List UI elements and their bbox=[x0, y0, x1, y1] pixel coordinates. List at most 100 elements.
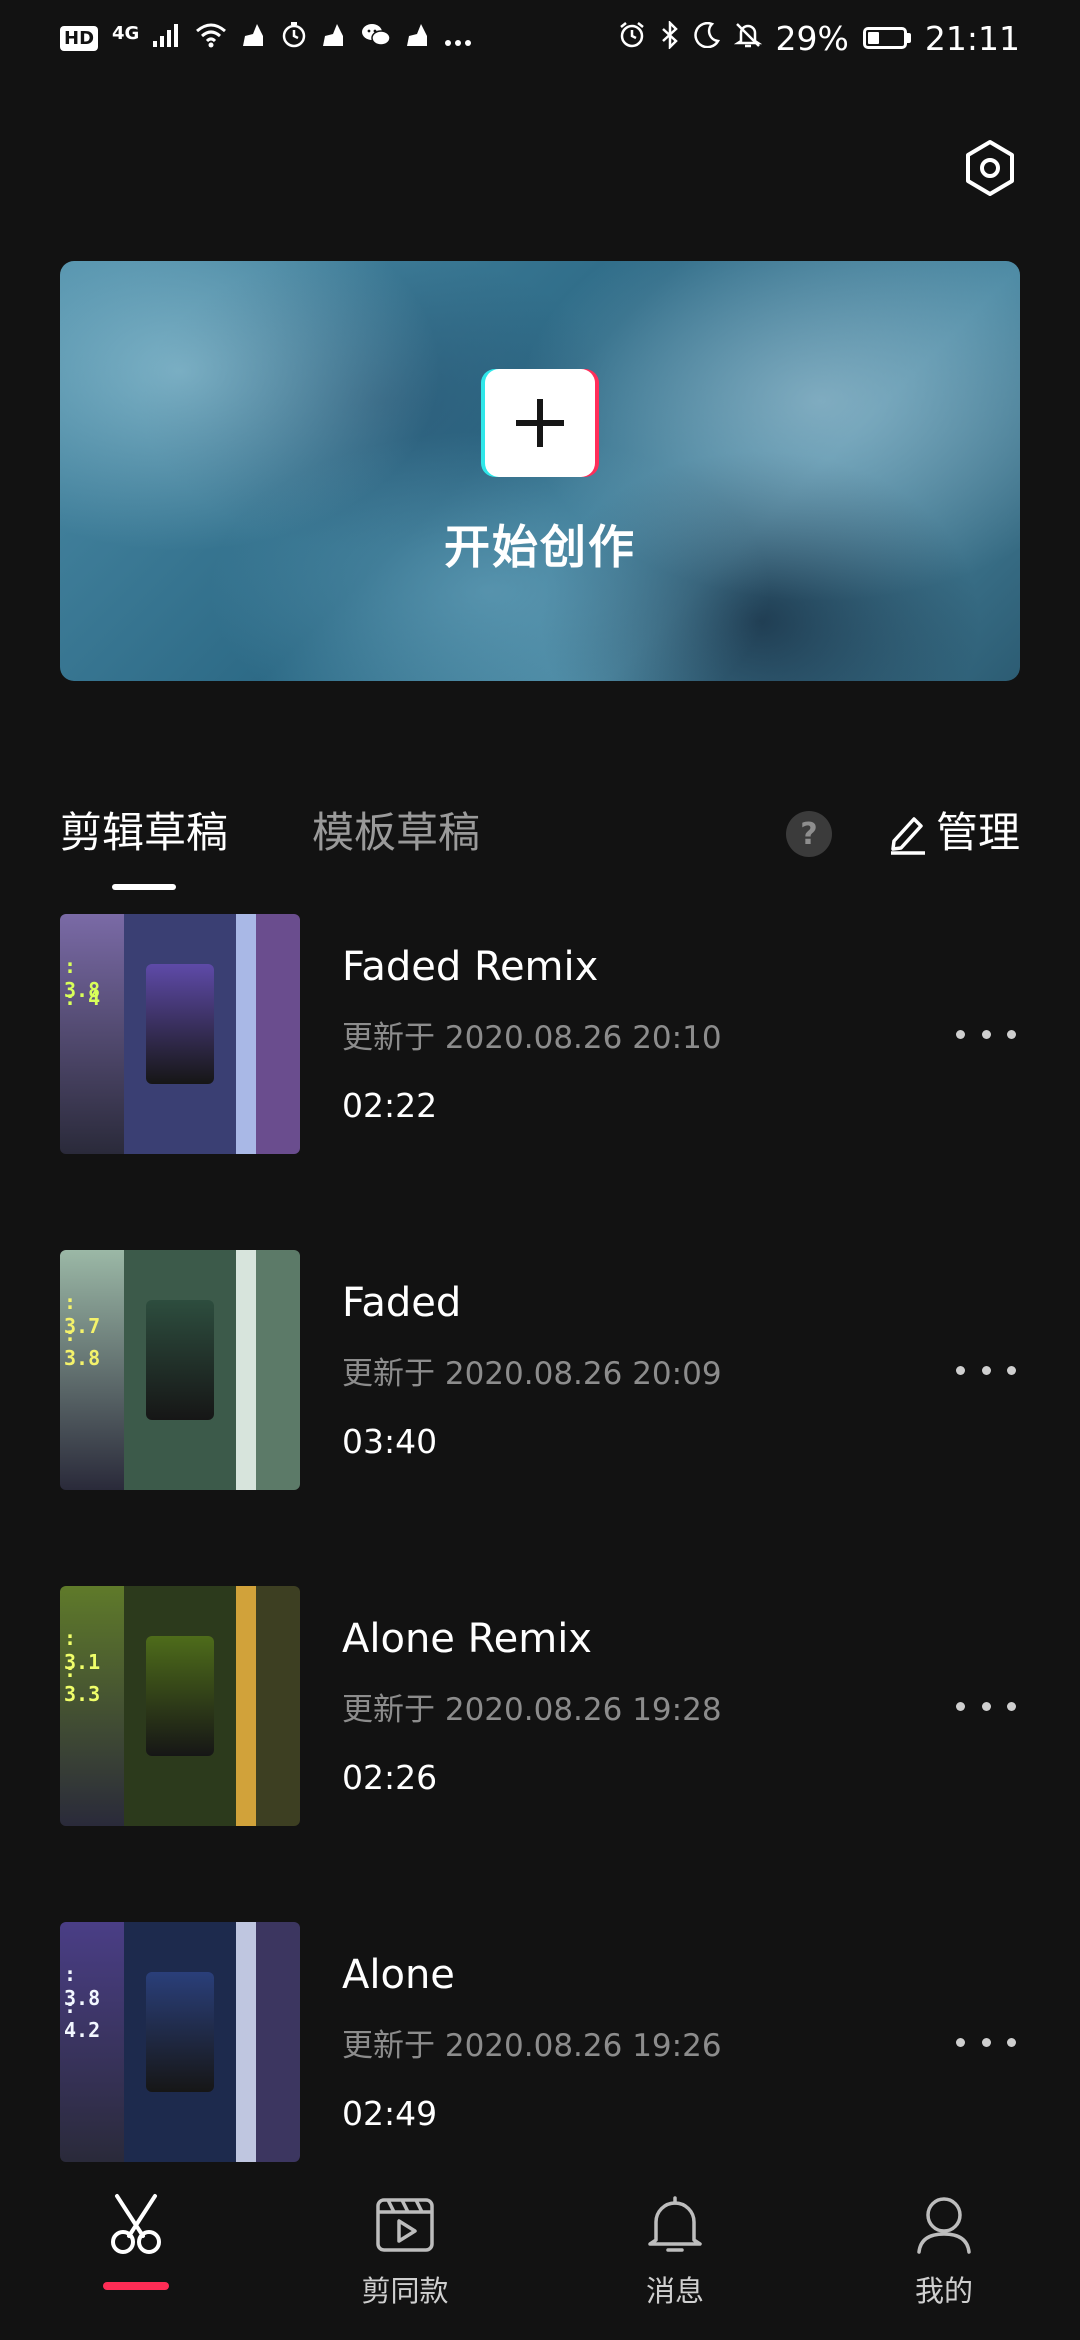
more-dot bbox=[1007, 2037, 1016, 2047]
start-creating-banner[interactable]: 开始创作 bbox=[60, 261, 1020, 681]
nav-label: 我的 bbox=[914, 2274, 973, 2308]
thumb-segment bbox=[256, 1250, 300, 1490]
signal-icon bbox=[153, 23, 181, 53]
thumb-card bbox=[146, 964, 214, 1084]
battery-fill bbox=[867, 32, 879, 44]
nav-label: 消息 bbox=[645, 2274, 704, 2308]
battery-icon bbox=[862, 27, 911, 49]
draft-title: Alone bbox=[342, 1952, 455, 1998]
more-dot bbox=[981, 1029, 991, 1039]
alarm-icon bbox=[618, 21, 646, 55]
nav-item-messages[interactable]: 消息 bbox=[575, 2168, 775, 2340]
nav-label: 剪同款 bbox=[361, 2274, 449, 2308]
battery-tip bbox=[906, 33, 911, 43]
bottom-navigation: 剪同款 消息 我的 bbox=[0, 2168, 1080, 2340]
draft-title: Faded bbox=[342, 1280, 462, 1326]
network-type-label: 4G bbox=[112, 22, 140, 44]
hd-icon: HD bbox=[60, 25, 99, 51]
status-bar-right: 29% 21:11 bbox=[618, 19, 1020, 58]
settings-button[interactable] bbox=[960, 138, 1020, 198]
more-dot bbox=[956, 1701, 965, 1711]
tab-template-drafts[interactable]: 模板草稿 bbox=[312, 805, 480, 861]
thumb-card bbox=[146, 1636, 214, 1756]
more-dot bbox=[1007, 1029, 1016, 1039]
thumb-stat: : 4.2 bbox=[64, 1994, 101, 2042]
thumb-segment: : 3.1 : 3.3 bbox=[60, 1586, 124, 1826]
wifi-icon bbox=[195, 22, 227, 54]
thumb-segment: : 3.8 : 4.2 bbox=[60, 1922, 124, 2162]
bell-icon bbox=[640, 2190, 710, 2260]
hero-title: 开始创作 bbox=[444, 520, 636, 574]
thumb-segment: : 3.7 : 3.8 bbox=[60, 1250, 124, 1490]
bluetooth-icon bbox=[660, 19, 680, 55]
draft-thumbnail[interactable]: : 3.7 : 3.8 bbox=[60, 1250, 300, 1490]
thumb-segment bbox=[124, 1250, 236, 1490]
draft-duration: 03:40 bbox=[342, 1422, 438, 1461]
more-options-button[interactable] bbox=[956, 1014, 1016, 1054]
nav-item-templates[interactable]: 剪同款 bbox=[305, 2168, 505, 2340]
thumb-card bbox=[146, 1972, 214, 2092]
cleaner-icon bbox=[241, 22, 267, 54]
draft-duration: 02:22 bbox=[342, 1086, 438, 1125]
draft-thumbnail[interactable]: : 3.8 : 4 bbox=[60, 914, 300, 1154]
more-dot bbox=[981, 1365, 991, 1375]
draft-updated-time: 更新于 2020.08.26 20:09 bbox=[342, 1356, 722, 1392]
thumb-segment bbox=[256, 914, 300, 1154]
draft-updated-time: 更新于 2020.08.26 19:28 bbox=[342, 1692, 722, 1728]
timer-icon bbox=[281, 22, 307, 54]
draft-updated-time: 更新于 2020.08.26 20:10 bbox=[342, 1020, 722, 1056]
draft-title: Faded Remix bbox=[342, 944, 599, 990]
nav-item-profile[interactable]: 我的 bbox=[844, 2168, 1044, 2340]
thumb-segment bbox=[124, 914, 236, 1154]
active-tab-indicator bbox=[112, 884, 176, 890]
manage-label: 管理 bbox=[936, 808, 1021, 857]
thumb-segment bbox=[236, 1922, 256, 2162]
more-dot bbox=[956, 1365, 965, 1375]
pencil-icon bbox=[891, 817, 925, 855]
draft-item[interactable]: : 3.1 : 3.3 Alone Remix 更新于 2020.08.26 1… bbox=[0, 1586, 1080, 1826]
moon-icon bbox=[693, 21, 720, 54]
draft-item[interactable]: : 3.7 : 3.8 Faded 更新于 2020.08.26 20:09 0… bbox=[0, 1250, 1080, 1490]
draft-thumbnail[interactable]: : 3.8 : 4.2 bbox=[60, 1922, 300, 2162]
more-dot bbox=[981, 2037, 991, 2047]
video-template-icon bbox=[370, 2190, 440, 2260]
cleaner-icon bbox=[405, 22, 431, 54]
gear-hexagon-icon bbox=[966, 140, 1014, 196]
nav-item-edit[interactable] bbox=[36, 2168, 236, 2340]
thumb-segment bbox=[236, 914, 256, 1154]
thumb-stat: : 4 bbox=[64, 986, 101, 1010]
manage-button[interactable]: 管理 bbox=[888, 805, 1020, 861]
draft-duration: 02:26 bbox=[342, 1758, 438, 1797]
thumb-segment bbox=[236, 1586, 256, 1826]
draft-item[interactable]: : 3.8 : 4.2 Alone 更新于 2020.08.26 19:26 0… bbox=[0, 1922, 1080, 2162]
more-dot bbox=[1007, 1701, 1016, 1711]
thumb-stat: : 3.8 bbox=[64, 1322, 101, 1370]
more-options-button[interactable] bbox=[956, 2022, 1016, 2062]
create-button-face bbox=[485, 369, 595, 477]
scissors-icon bbox=[101, 2190, 171, 2260]
draft-item[interactable]: : 3.8 : 4 Faded Remix 更新于 2020.08.26 20:… bbox=[0, 914, 1080, 1154]
status-bar: HD 4G 29% 21:11 bbox=[0, 0, 1080, 76]
question-icon: ? bbox=[800, 816, 818, 852]
more-options-button[interactable] bbox=[956, 1686, 1016, 1726]
thumb-segment bbox=[256, 1586, 300, 1826]
thumb-segment bbox=[124, 1922, 236, 2162]
more-options-button[interactable] bbox=[956, 1350, 1016, 1390]
thumb-card bbox=[146, 1300, 214, 1420]
battery-body bbox=[862, 27, 907, 49]
tab-edit-drafts[interactable]: 剪辑草稿 bbox=[60, 805, 228, 861]
clock: 21:11 bbox=[924, 18, 1020, 58]
help-button[interactable]: ? bbox=[786, 811, 832, 857]
thumb-segment: : 3.8 : 4 bbox=[60, 914, 124, 1154]
more-notifications-icon bbox=[445, 23, 472, 53]
wechat-icon bbox=[361, 22, 392, 54]
draft-title: Alone Remix bbox=[342, 1616, 592, 1662]
create-button[interactable] bbox=[481, 369, 599, 477]
thumb-segment bbox=[124, 1586, 236, 1826]
cleaner-icon bbox=[321, 22, 347, 54]
more-dot bbox=[956, 2037, 965, 2047]
draft-thumbnail[interactable]: : 3.1 : 3.3 bbox=[60, 1586, 300, 1826]
active-nav-indicator bbox=[103, 2282, 169, 2290]
more-dot bbox=[981, 1701, 991, 1711]
more-dot bbox=[956, 1029, 965, 1039]
